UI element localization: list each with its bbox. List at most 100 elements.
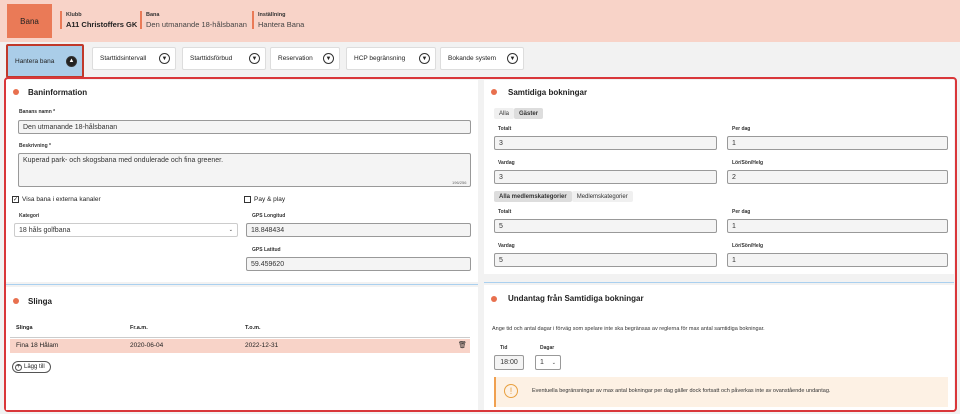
seg-alla[interactable]: Alla bbox=[494, 108, 515, 119]
desc-label: Beskrivning * bbox=[19, 143, 51, 149]
divider bbox=[484, 282, 954, 283]
row-to: 2022-12-31 bbox=[245, 342, 279, 349]
seg-medlemskategorier[interactable]: Medlemskategorier bbox=[571, 191, 633, 202]
description-textarea[interactable]: Kuperad park- och skogsbana med ondulera… bbox=[18, 153, 471, 187]
baninformation-panel: Baninformation Banans namn * Den utmanan… bbox=[6, 80, 478, 282]
col-from: Fr.a.m. bbox=[130, 325, 148, 331]
info-alert: ! Eventuella begränsningar av max antal … bbox=[494, 377, 948, 407]
col-to: T.o.m. bbox=[245, 325, 261, 331]
vardag-label: Vardag bbox=[498, 243, 515, 249]
crumb-key: Inställning bbox=[258, 12, 286, 18]
tab-label: Starttidsintervall bbox=[100, 55, 147, 62]
crumb-key: Klubb bbox=[66, 12, 82, 18]
guest-helg-input[interactable]: 2 bbox=[727, 170, 948, 184]
member-totalt-input[interactable]: 5 bbox=[494, 219, 717, 233]
dagar-select[interactable]: 1 ⌄ bbox=[535, 355, 561, 370]
tab-label: Hantera bana bbox=[15, 57, 55, 65]
chevron-down-icon: ▼ bbox=[323, 53, 334, 64]
totalt-label: Totalt bbox=[498, 126, 512, 132]
visa-checkbox[interactable]: ✓ bbox=[12, 196, 19, 203]
member-helg-input[interactable]: 1 bbox=[727, 253, 948, 267]
guest-segment: Alla Gäster bbox=[494, 108, 544, 119]
crumb-value: Den utmanande 18-hålsbanan bbox=[146, 20, 247, 29]
guest-perdag-input[interactable]: 1 bbox=[727, 136, 948, 150]
tab-starttidsforbud[interactable]: Starttidsförbud ▼ bbox=[182, 47, 266, 70]
bana-tab[interactable]: Bana bbox=[7, 4, 52, 38]
section-title: Samtidiga bokningar bbox=[508, 88, 588, 97]
dagar-value: 1 bbox=[540, 359, 544, 366]
crumb-key: Bana bbox=[146, 12, 160, 18]
breadcrumb-klubb: Klubb A11 Christoffers GK bbox=[60, 11, 137, 29]
trash-icon[interactable]: 🗑 bbox=[458, 341, 467, 349]
row-from: 2020-06-04 bbox=[130, 342, 164, 349]
gps-latitude-input[interactable]: 59.459620 bbox=[246, 257, 471, 271]
visa-label: Visa bana i externa kanaler bbox=[22, 196, 101, 203]
top-header: Bana Klubb A11 Christoffers GK Bana Den … bbox=[0, 0, 960, 42]
member-segment: Alla medlemskategorier Medlemskategorier bbox=[494, 191, 633, 202]
crumb-value: Hantera Bana bbox=[258, 20, 305, 29]
tab-hantera-bana[interactable]: Hantera bana ▲ bbox=[6, 44, 84, 78]
tid-input[interactable]: 18:00 bbox=[494, 355, 524, 370]
warning-icon: ! bbox=[504, 384, 518, 398]
pay-play-label: Pay & play bbox=[254, 196, 286, 203]
section-dot bbox=[491, 296, 497, 302]
plus-circle-icon: + bbox=[15, 363, 22, 371]
slinga-panel: Slinga Slinga Fr.a.m. T.o.m. Fina 18 Hål… bbox=[6, 287, 478, 410]
kategori-select[interactable]: 18 håls golfbana ⌄ bbox=[14, 223, 238, 237]
table-header: Slinga Fr.a.m. T.o.m. bbox=[10, 319, 470, 338]
tab-label: HCP begränsning bbox=[354, 55, 406, 62]
undantag-panel: Undantag från Samtidiga bokningar Ange t… bbox=[484, 285, 954, 410]
table-row[interactable]: Fina 18 Hålam 2020-06-04 2022-12-31 🗑 bbox=[10, 339, 470, 353]
samtidiga-panel: Samtidiga bokningar Alla Gäster Totalt 3… bbox=[484, 80, 954, 274]
helg-label: Lör/Sön/Helg bbox=[732, 243, 764, 249]
guest-totalt-input[interactable]: 3 bbox=[494, 136, 717, 150]
member-perdag-input[interactable]: 1 bbox=[727, 219, 948, 233]
section-dot bbox=[13, 89, 19, 95]
perdag-label: Per dag bbox=[732, 209, 751, 215]
member-vardag-input[interactable]: 5 bbox=[494, 253, 717, 267]
gps-long-label: GPS Longitud bbox=[252, 213, 286, 219]
perdag-label: Per dag bbox=[732, 126, 751, 132]
chevron-down-icon: ⌄ bbox=[551, 359, 556, 366]
chevron-down-icon: ▼ bbox=[249, 53, 260, 64]
course-name-input[interactable]: Den utmanande 18-hålsbanan bbox=[18, 120, 471, 134]
seg-gaster[interactable]: Gäster bbox=[514, 108, 544, 119]
tab-starttidsintervall[interactable]: Starttidsintervall ▼ bbox=[92, 47, 176, 70]
tab-label: Bokande system bbox=[448, 55, 497, 62]
vardag-label: Vardag bbox=[498, 160, 515, 166]
chevron-down-icon: ⌄ bbox=[228, 227, 233, 233]
add-label: Lägg till bbox=[24, 364, 45, 370]
chevron-down-icon: ▼ bbox=[507, 53, 518, 64]
guest-vardag-input[interactable]: 3 bbox=[494, 170, 717, 184]
pay-play-checkbox[interactable] bbox=[244, 196, 251, 203]
section-title: Slinga bbox=[28, 297, 53, 306]
divider bbox=[6, 284, 478, 285]
kategori-label: Kategori bbox=[19, 213, 40, 219]
char-counter: 196/256 bbox=[452, 180, 467, 185]
totalt-label: Totalt bbox=[498, 209, 512, 215]
tid-label: Tid bbox=[500, 345, 508, 351]
dagar-label: Dagar bbox=[540, 345, 555, 351]
settings-tabs: Hantera bana ▲ Starttidsintervall ▼ Star… bbox=[0, 44, 960, 78]
gps-lat-label: GPS Latitud bbox=[252, 247, 281, 253]
kategori-value: 18 håls golfbana bbox=[19, 226, 71, 234]
tab-label: Starttidsförbud bbox=[190, 55, 233, 62]
helg-label: Lör/Sön/Helg bbox=[732, 160, 764, 166]
section-dot bbox=[491, 89, 497, 95]
gps-longitude-input[interactable]: 18.848434 bbox=[246, 223, 471, 237]
breadcrumb-bana: Bana Den utmanande 18-hålsbanan bbox=[140, 11, 247, 29]
section-title: Undantag från Samtidiga bokningar bbox=[508, 294, 644, 303]
tab-bokande-system[interactable]: Bokande system ▼ bbox=[440, 47, 524, 70]
seg-alla-medlem[interactable]: Alla medlemskategorier bbox=[494, 191, 572, 202]
tab-hcp-begransning[interactable]: HCP begränsning ▼ bbox=[346, 47, 436, 70]
tab-reservation[interactable]: Reservation ▼ bbox=[270, 47, 340, 70]
breadcrumb-installning: Inställning Hantera Bana bbox=[252, 11, 304, 29]
col-slinga: Slinga bbox=[16, 325, 33, 331]
undantag-description: Ange tid och antal dagar i förväg som sp… bbox=[492, 326, 765, 332]
chevron-down-icon: ▼ bbox=[159, 53, 170, 64]
description-text: Kuperad park- och skogsbana med ondulera… bbox=[23, 157, 224, 164]
row-name: Fina 18 Hålam bbox=[16, 342, 59, 349]
add-slinga-button[interactable]: + Lägg till bbox=[12, 361, 51, 373]
info-text: Eventuella begränsningar av max antal bo… bbox=[532, 388, 831, 394]
section-title: Baninformation bbox=[28, 88, 88, 97]
